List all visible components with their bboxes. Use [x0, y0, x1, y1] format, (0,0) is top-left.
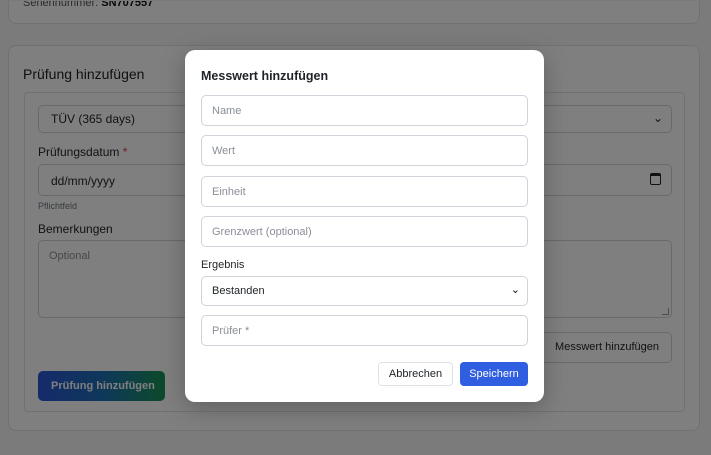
- limit-input[interactable]: [201, 216, 528, 247]
- name-input[interactable]: [201, 95, 528, 126]
- result-select[interactable]: Bestanden ⌄: [201, 276, 528, 306]
- modal-title: Messwert hinzufügen: [201, 69, 329, 83]
- result-value: Bestanden: [212, 285, 265, 297]
- cancel-button[interactable]: Abbrechen: [378, 362, 453, 386]
- save-button[interactable]: Speichern: [460, 362, 528, 386]
- result-label: Ergebnis: [201, 259, 245, 271]
- inspector-input[interactable]: [201, 315, 528, 346]
- chevron-down-icon: ⌄: [510, 284, 520, 296]
- add-measurement-modal: Messwert hinzufügen Ergebnis Bestanden ⌄…: [185, 50, 544, 402]
- value-input[interactable]: [201, 135, 528, 166]
- unit-input[interactable]: [201, 176, 528, 207]
